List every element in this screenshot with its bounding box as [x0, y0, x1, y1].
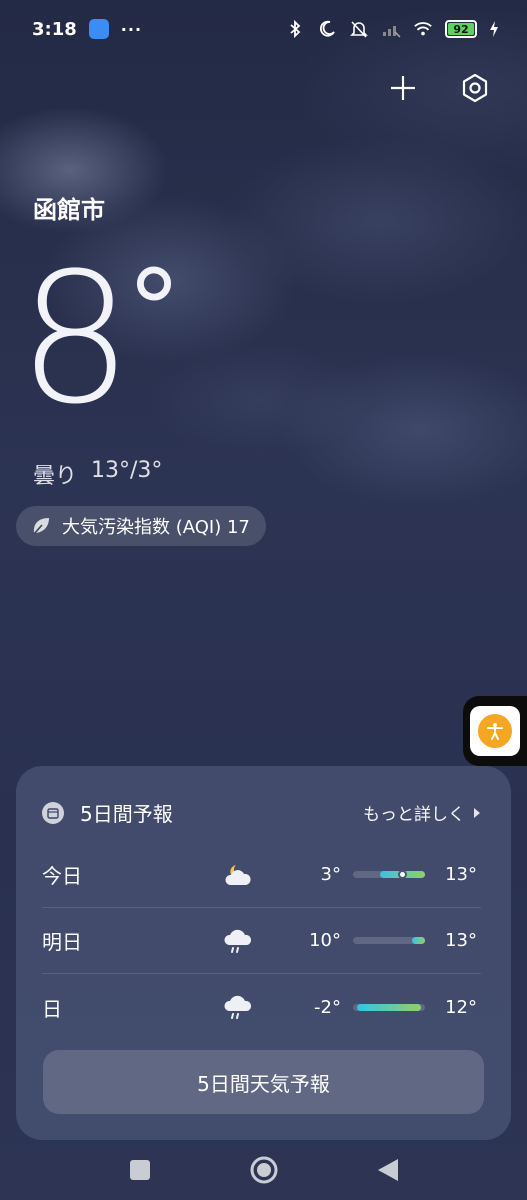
condition-text: 曇り [33, 464, 78, 489]
aqi-label: 大気汚染指数 (AQI) 17 [62, 517, 250, 538]
temperature-range: 13°/3° [91, 458, 163, 483]
top-actions [385, 70, 493, 106]
degree-symbol: ° [126, 246, 182, 374]
accessibility-icon [478, 714, 512, 748]
forecast-high: 13° [445, 930, 477, 951]
forecast-title-text: 5日間予報 [80, 802, 173, 826]
battery-icon: 92 [445, 20, 477, 38]
accessibility-button[interactable] [470, 706, 520, 756]
forecast-low: 10° [309, 930, 341, 951]
bluetooth-icon [290, 19, 301, 39]
plus-icon [391, 76, 415, 100]
forecast-row-today[interactable]: 今日 3° 13° [42, 842, 481, 908]
forecast-day: 今日 [42, 864, 82, 888]
charging-icon [490, 21, 498, 37]
temperature-value: 8 [18, 235, 133, 444]
forecast-title: 5日間予報 [42, 798, 173, 827]
forecast-row-tomorrow[interactable]: 明日 10° 13° [42, 908, 481, 974]
current-temperature: 8° [18, 240, 182, 440]
status-time: 3:18 [32, 18, 77, 40]
recent-apps-button[interactable] [128, 1158, 152, 1182]
accessibility-dock [463, 696, 527, 766]
forecast-day: 明日 [42, 930, 82, 954]
forecast-header: 5日間予報 もっと詳しく [42, 798, 481, 827]
forecast-row-day3[interactable]: 日 -2° 12° [42, 974, 481, 1040]
settings-button[interactable] [457, 70, 493, 106]
temperature-range-bar [353, 1003, 425, 1011]
forecast-high: 13° [445, 864, 477, 885]
current-condition: 曇り 13°/3° [33, 458, 162, 490]
battery-level: 92 [448, 23, 474, 36]
rain-icon [224, 995, 252, 1019]
signal-icon [383, 26, 401, 38]
forecast-day: 日 [42, 996, 62, 1021]
navigation-bar [0, 1140, 527, 1200]
app-notification-icon [88, 19, 109, 39]
status-bar: 3:18 ··· 92 [0, 0, 527, 58]
add-city-button[interactable] [385, 70, 421, 106]
calendar-icon [42, 801, 64, 824]
wifi-icon [414, 22, 432, 36]
forecast-low: 3° [320, 864, 341, 885]
more-details-label: もっと詳しく [363, 805, 465, 825]
gear-icon [462, 73, 488, 103]
chevron-right-icon [474, 807, 480, 818]
more-notifications-icon: ··· [120, 19, 143, 39]
forecast-card: 5日間予報 もっと詳しく 今日 3° 13° 明日 10° 13° 日 -2° … [16, 766, 511, 1140]
forecast-rows: 今日 3° 13° 明日 10° 13° 日 -2° 12° [42, 842, 481, 1040]
range-bar-fill [412, 937, 425, 944]
leaf-icon [33, 518, 49, 535]
partly-cloudy-night-icon [225, 864, 251, 885]
do-not-disturb-moon-icon [319, 20, 335, 37]
more-details-link[interactable]: もっと詳しく [363, 800, 481, 825]
rain-icon [224, 929, 252, 953]
city-name: 函館市 [33, 196, 105, 224]
temperature-range-bar [353, 937, 425, 944]
current-temp-marker [397, 870, 407, 879]
home-button[interactable] [248, 1154, 280, 1186]
temperature-range-bar [353, 870, 425, 879]
vibrate-off-icon [350, 21, 368, 38]
aqi-badge[interactable]: 大気汚染指数 (AQI) 17 [16, 506, 266, 546]
back-button[interactable] [376, 1157, 400, 1183]
five-day-forecast-button[interactable]: 5日間天気予報 [43, 1050, 484, 1114]
forecast-low: -2° [314, 996, 341, 1018]
range-bar-fill [356, 1003, 422, 1011]
forecast-high: 12° [445, 996, 477, 1018]
